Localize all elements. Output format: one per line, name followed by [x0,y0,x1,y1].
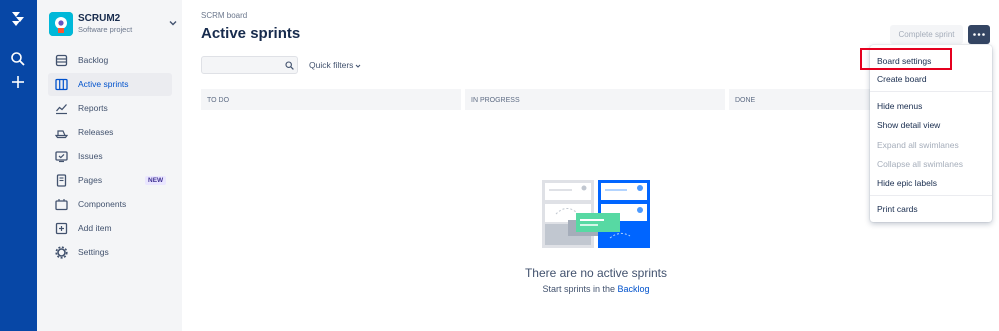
breadcrumb[interactable]: SCRM board [201,11,247,20]
column-title: TO DO [207,97,230,104]
menu-divider [870,91,992,92]
column-header-in-progress: IN PROGRESS [465,89,725,110]
menu-item-create-board[interactable]: Create board [877,74,927,84]
sidebar-item-backlog[interactable]: Backlog [48,49,172,72]
menu-item-collapse-all-swimlanes: Collapse all swimlanes [877,159,963,169]
sidebar-item-issues[interactable]: Issues [48,145,172,168]
sidebar-item-add-item[interactable]: Add item [48,217,172,240]
chevron-down-icon [356,64,361,68]
sidebar-item-label: Settings [78,247,109,257]
empty-state-subtitle: Start sprints in the Backlog [441,284,751,294]
empty-state-title: There are no active sprints [524,266,668,280]
sidebar-item-label: Reports [78,103,108,113]
menu-item-hide-epic-labels[interactable]: Hide epic labels [877,178,937,188]
column-title: DONE [735,97,756,104]
global-nav [0,0,37,331]
settings-icon [55,246,68,259]
menu-divider [870,195,992,196]
create-plus-icon[interactable] [10,74,26,90]
project-sidebar: SCRUM2 Software project Backlog Active s… [37,0,182,331]
search-icon[interactable] [10,51,26,67]
menu-item-hide-menus[interactable]: Hide menus [877,101,922,111]
backlog-icon [55,54,68,67]
project-header[interactable]: SCRUM2 Software project [49,12,177,40]
components-icon [55,199,68,211]
menu-item-show-detail-view[interactable]: Show detail view [877,120,940,130]
add-item-icon [55,222,68,235]
sidebar-item-label: Pages [78,175,103,185]
board-icon [55,78,68,91]
sidebar-item-releases[interactable]: Releases [48,121,172,144]
sidebar-item-reports[interactable]: Reports [48,97,172,120]
search-input[interactable] [206,59,280,71]
empty-board-illustration [542,180,650,248]
board-search[interactable] [201,56,298,74]
rocket-icon [49,12,73,36]
new-badge: NEW [145,176,167,185]
issues-icon [55,151,68,163]
chevron-down-icon[interactable] [169,19,177,27]
page-title: Active sprints [201,25,301,42]
project-avatar [49,12,73,36]
project-type: Software project [78,25,133,34]
sidebar-item-label: Components [78,199,127,209]
menu-item-print-cards[interactable]: Print cards [877,204,918,214]
releases-icon [55,130,68,139]
board-actions-menu: Board settings Create board Hide menus S… [870,45,992,222]
complete-sprint-button[interactable]: Complete sprint [890,25,963,44]
sidebar-item-label: Active sprints [78,79,129,89]
sidebar-item-pages[interactable]: Pages NEW [48,169,172,192]
project-name: SCRUM2 [78,13,121,24]
search-icon[interactable] [285,61,294,70]
quick-filters-dropdown[interactable]: Quick filters [309,60,361,70]
column-header-todo: TO DO [201,89,461,110]
empty-state-subtitle-text: Start sprints in the [542,284,615,294]
sidebar-item-label: Releases [78,127,114,137]
more-icon [973,33,985,36]
sidebar-item-label: Backlog [78,55,109,65]
backlog-link[interactable]: Backlog [618,284,650,294]
jira-logo-icon[interactable] [9,10,27,28]
sidebar-item-settings[interactable]: Settings [48,241,172,264]
highlight-annotation [860,48,952,70]
sidebar-item-label: Issues [78,151,103,161]
menu-item-expand-all-swimlanes: Expand all swimlanes [877,140,959,150]
sidebar-item-label: Add item [78,223,112,233]
sidebar-item-active-sprints[interactable]: Active sprints [48,73,172,96]
sidebar-item-components[interactable]: Components [48,193,172,216]
reports-icon [56,104,67,115]
quick-filters-label: Quick filters [309,60,354,70]
column-title: IN PROGRESS [471,97,520,104]
pages-icon [56,174,67,187]
more-actions-button[interactable] [968,25,990,44]
column-header-done: DONE [729,89,870,110]
